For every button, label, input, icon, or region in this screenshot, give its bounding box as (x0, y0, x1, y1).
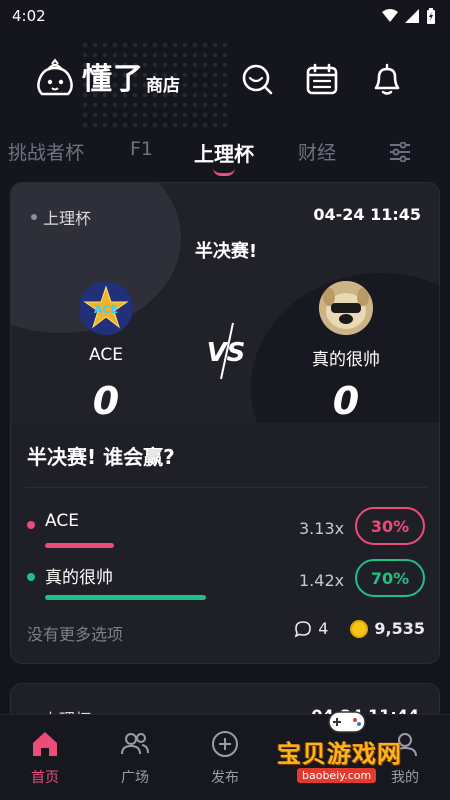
option-row-team-a[interactable]: ACE 3.13x 30% (11, 505, 439, 555)
nav-square[interactable]: 广场 (100, 729, 170, 787)
card-stats: 4 9,535 (294, 619, 425, 638)
battery-icon (427, 8, 435, 24)
coin-count: 9,535 (374, 619, 425, 638)
nav-publish[interactable]: 发布 (190, 729, 260, 787)
watermark-url: baobeiy.com (297, 768, 377, 783)
mascot-icon (37, 58, 73, 96)
dog-avatar-icon (319, 281, 373, 335)
tab-challenger-cup[interactable]: 挑战者杯 (8, 138, 84, 165)
active-tab-indicator (213, 168, 235, 176)
team-b-name: 真的很帅 (312, 350, 380, 370)
option-percent-button[interactable]: 30% (355, 507, 425, 545)
option-row-team-b[interactable]: 真的很帅 1.42x 70% (11, 557, 439, 607)
logo-text: 懂了 (82, 62, 144, 97)
app-header: 懂了 商店 (0, 40, 450, 130)
nav-label: 发布 (211, 770, 239, 786)
ace-star-icon: ACE (79, 281, 133, 335)
option-name: 真的很帅 (45, 568, 113, 588)
site-watermark: 宝贝游戏网 baobeiy.com (275, 706, 447, 792)
signal-icon (405, 9, 419, 23)
svg-text:VS: VS (207, 338, 246, 368)
people-icon (121, 733, 149, 755)
comment-count: 4 (318, 619, 329, 638)
team-b-logo[interactable] (319, 281, 373, 335)
section-divider (25, 487, 427, 488)
option-odds: 1.42x (299, 571, 345, 590)
tab-finance[interactable]: 财经 (298, 138, 336, 165)
option-name: ACE (45, 511, 79, 531)
tab-f1[interactable]: F1 (130, 138, 153, 160)
option-dot (27, 521, 35, 529)
gamepad-icon (328, 711, 366, 733)
wifi-icon (382, 9, 398, 22)
app-logo[interactable]: 懂了 商店 (34, 58, 180, 100)
option-share-bar (45, 595, 206, 600)
status-icons (382, 8, 436, 24)
nav-label: 首页 (31, 770, 59, 786)
filter-settings-icon[interactable] (388, 142, 412, 162)
option-odds: 3.13x (299, 519, 345, 538)
coin-icon (350, 619, 369, 638)
team-a-name: ACE (89, 345, 123, 365)
home-icon (33, 732, 57, 756)
nav-home[interactable]: 首页 (10, 729, 80, 787)
match-hero: 上理杯 04-24 11:45 半决赛! ACE ACE 0 VS 真的很帅 0 (11, 183, 439, 423)
bell-icon[interactable] (370, 62, 404, 96)
match-time: 04-24 11:45 (313, 205, 421, 224)
team-a-score: 0 (92, 379, 120, 423)
watermark-text: 宝贝游戏网 (277, 740, 402, 768)
league-label: 上理杯 (31, 205, 91, 229)
match-stage: 半决赛! (194, 241, 258, 262)
search-icon[interactable] (240, 62, 274, 96)
team-b-score: 0 (332, 379, 360, 423)
match-card[interactable]: 上理杯 04-24 11:45 半决赛! ACE ACE 0 VS 真的很帅 0… (10, 182, 440, 664)
no-more-options-text: 没有更多选项 (27, 625, 124, 644)
tab-shangli-cup[interactable]: 上理杯 (194, 138, 254, 167)
option-dot (27, 573, 35, 581)
team-a-logo[interactable]: ACE (79, 281, 133, 335)
svg-text:ACE: ACE (94, 303, 118, 316)
calendar-icon[interactable] (305, 62, 339, 96)
plus-circle-icon (212, 731, 238, 757)
nav-label: 广场 (121, 770, 149, 786)
league-dot (31, 214, 37, 220)
option-share-bar (45, 543, 114, 548)
prediction-question: 半决赛! 谁会赢? (27, 445, 175, 469)
league-name: 上理杯 (43, 209, 92, 228)
status-bar: 4:02 (0, 0, 450, 32)
status-time: 4:02 (12, 7, 46, 25)
option-percent-button[interactable]: 70% (355, 559, 425, 597)
logo-subtitle: 商店 (146, 76, 180, 96)
category-tabs: 挑战者杯 F1 上理杯 财经 (0, 130, 450, 176)
versus-icon: VS (207, 322, 246, 380)
comment-icon[interactable] (294, 620, 312, 638)
